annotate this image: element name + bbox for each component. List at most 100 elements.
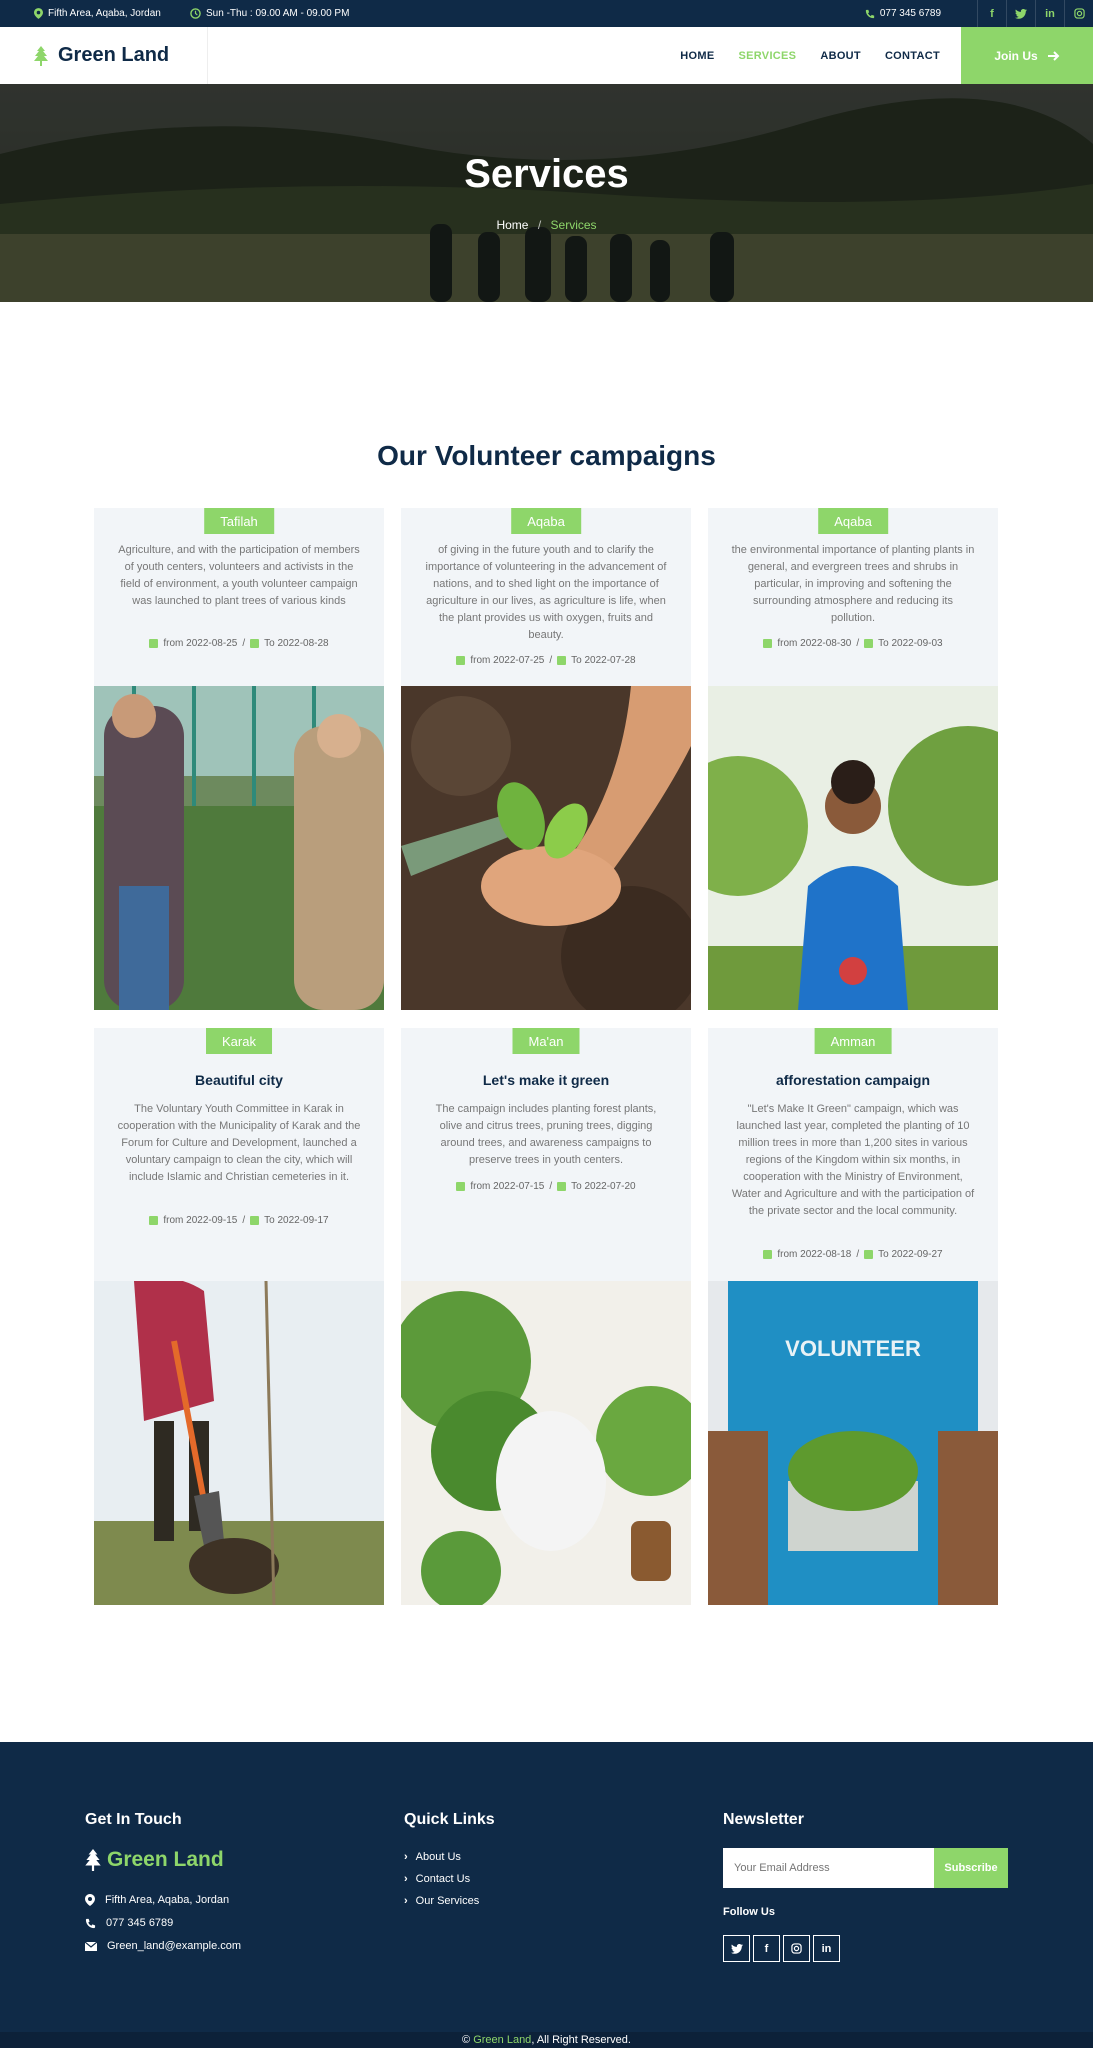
nav-contact[interactable]: CONTACT xyxy=(885,50,940,62)
footer-phone[interactable]: 077 345 6789 xyxy=(85,1917,173,1929)
subscribe-button[interactable]: Subscribe xyxy=(934,1848,1008,1888)
topbar-phone-text: 077 345 6789 xyxy=(879,8,941,19)
copyright: © Green Land, All Right Reserved. xyxy=(0,2032,1093,2048)
card-dates: from 2022-08-25 / To 2022-08-28 xyxy=(94,638,384,649)
city-badge: Aqaba xyxy=(818,508,888,534)
campaign-photo xyxy=(708,686,998,1010)
footer-email[interactable]: Green_land@example.com xyxy=(85,1940,241,1952)
date-from: from 2022-07-15 xyxy=(470,1181,545,1192)
topbar-address: Fifth Area, Aqaba, Jordan xyxy=(34,0,161,27)
nav-about[interactable]: ABOUT xyxy=(820,50,861,62)
footer-links-title: Quick Links xyxy=(404,1811,495,1828)
topbar-address-text: Fifth Area, Aqaba, Jordan xyxy=(48,8,161,19)
facebook-icon[interactable]: f xyxy=(753,1935,780,1962)
date-to: To 2022-07-28 xyxy=(571,655,636,666)
campaign-card[interactable]: Aqaba of giving in the future youth and … xyxy=(401,508,691,1010)
card-title: Let's make it green xyxy=(482,1072,610,1088)
city-badge: Karak xyxy=(206,1028,272,1054)
newsletter-email-input[interactable] xyxy=(723,1848,934,1888)
join-us-button[interactable]: Join Us xyxy=(961,27,1093,84)
nav-services[interactable]: SERVICES xyxy=(738,50,796,62)
date-to: To 2022-09-17 xyxy=(264,1215,329,1226)
section-title: Our Volunteer campaigns xyxy=(377,440,716,471)
campaign-card[interactable]: Karak Beautiful city The Voluntary Youth… xyxy=(94,1028,384,1605)
phone-icon xyxy=(85,1918,96,1928)
site-footer: Get In Touch Green Land Fifth Area, Aqab… xyxy=(0,1742,1093,2032)
footer-newsletter-title: Newsletter xyxy=(723,1811,804,1828)
linkedin-icon[interactable]: in xyxy=(1035,0,1064,27)
tree-icon xyxy=(34,45,48,66)
chevron-right-icon: › xyxy=(404,1895,408,1907)
footer-link-about[interactable]: › About Us xyxy=(404,1851,461,1863)
facebook-icon[interactable]: f xyxy=(977,0,1006,27)
date-to: To 2022-09-27 xyxy=(878,1249,943,1260)
breadcrumb-current: Services xyxy=(550,218,597,232)
topbar-hours: Sun -Thu : 09.00 AM - 09.00 PM xyxy=(190,0,349,27)
card-description: The campaign includes planting forest pl… xyxy=(435,1103,657,1166)
date-separator: / xyxy=(242,1215,246,1226)
linkedin-icon[interactable]: in xyxy=(813,1935,840,1962)
campaign-photo xyxy=(94,1281,384,1605)
phone-icon xyxy=(865,9,874,18)
footer-link-contact[interactable]: › Contact Us xyxy=(404,1873,470,1885)
card-description: "Let's Make It Green" campaign, which wa… xyxy=(731,1103,975,1217)
calendar-icon xyxy=(864,1250,874,1259)
twitter-icon[interactable] xyxy=(1006,0,1035,27)
date-separator: / xyxy=(549,655,553,666)
svg-text:VOLUNTEER: VOLUNTEER xyxy=(785,1336,921,1361)
card-description: The Voluntary Youth Committee in Karak i… xyxy=(117,1103,361,1183)
campaign-card[interactable]: Amman afforestation campaign "Let's Make… xyxy=(708,1028,998,1605)
card-dates: from 2022-08-18 / To 2022-09-27 xyxy=(708,1249,998,1260)
calendar-icon xyxy=(250,639,260,648)
clock-icon xyxy=(190,8,201,19)
nav-home[interactable]: HOME xyxy=(680,50,714,62)
topbar-social: f in xyxy=(977,0,1093,27)
calendar-icon xyxy=(864,639,874,648)
footer-address: Fifth Area, Aqaba, Jordan xyxy=(85,1894,229,1906)
card-dates: from 2022-08-30 / To 2022-09-03 xyxy=(708,638,998,649)
calendar-icon xyxy=(456,656,466,665)
city-badge: Ma'an xyxy=(512,1028,580,1054)
copyright-suffix: , All Right Reserved. xyxy=(531,2034,631,2046)
calendar-icon xyxy=(763,1250,773,1259)
breadcrumb-separator: / xyxy=(537,218,542,232)
card-description: of giving in the future youth and to cla… xyxy=(425,544,667,641)
calendar-icon xyxy=(456,1182,466,1191)
card-dates: from 2022-09-15 / To 2022-09-17 xyxy=(94,1215,384,1226)
campaign-photo xyxy=(401,1281,691,1605)
campaign-card[interactable]: Ma'an Let's make it green The campaign i… xyxy=(401,1028,691,1605)
join-us-label: Join Us xyxy=(994,48,1038,63)
topbar-hours-text: Sun -Thu : 09.00 AM - 09.00 PM xyxy=(206,8,350,19)
topbar-phone[interactable]: 077 345 6789 xyxy=(865,0,941,27)
copyright-brand[interactable]: Green Land xyxy=(473,2034,531,2046)
calendar-icon xyxy=(250,1216,260,1225)
card-dates: from 2022-07-25 / To 2022-07-28 xyxy=(401,655,691,666)
campaign-card[interactable]: Aqaba the environmental importance of pl… xyxy=(708,508,998,1010)
calendar-icon xyxy=(763,639,773,648)
breadcrumb-home[interactable]: Home xyxy=(496,218,528,232)
footer-phone-text: 077 345 6789 xyxy=(106,1917,174,1929)
footer-brand[interactable]: Green Land xyxy=(85,1848,224,1872)
date-from: from 2022-08-30 xyxy=(777,638,852,649)
follow-us-label: Follow Us xyxy=(723,1906,775,1918)
card-description: the environmental importance of planting… xyxy=(731,544,975,624)
twitter-icon[interactable] xyxy=(723,1935,750,1962)
footer-link-services[interactable]: › Our Services xyxy=(404,1895,479,1907)
brand-logo[interactable]: Green Land xyxy=(0,27,208,84)
date-separator: / xyxy=(856,1249,860,1260)
footer-brand-name: Green Land xyxy=(107,1848,224,1871)
instagram-icon[interactable] xyxy=(1064,0,1093,27)
city-badge: Amman xyxy=(814,1028,892,1054)
instagram-icon[interactable] xyxy=(783,1935,810,1962)
calendar-icon xyxy=(557,656,567,665)
map-pin-icon xyxy=(85,1894,95,1906)
top-bar: Fifth Area, Aqaba, Jordan Sun -Thu : 09.… xyxy=(0,0,1093,27)
date-separator: / xyxy=(549,1181,553,1192)
footer-touch-title: Get In Touch xyxy=(85,1811,182,1828)
breadcrumb: Home / Services xyxy=(0,218,1093,232)
campaign-card[interactable]: Tafilah Agriculture, and with the partic… xyxy=(94,508,384,1010)
card-description: Agriculture, and with the participation … xyxy=(118,544,360,607)
date-from: from 2022-09-15 xyxy=(163,1215,238,1226)
envelope-icon xyxy=(85,1941,97,1951)
calendar-icon xyxy=(557,1182,567,1191)
